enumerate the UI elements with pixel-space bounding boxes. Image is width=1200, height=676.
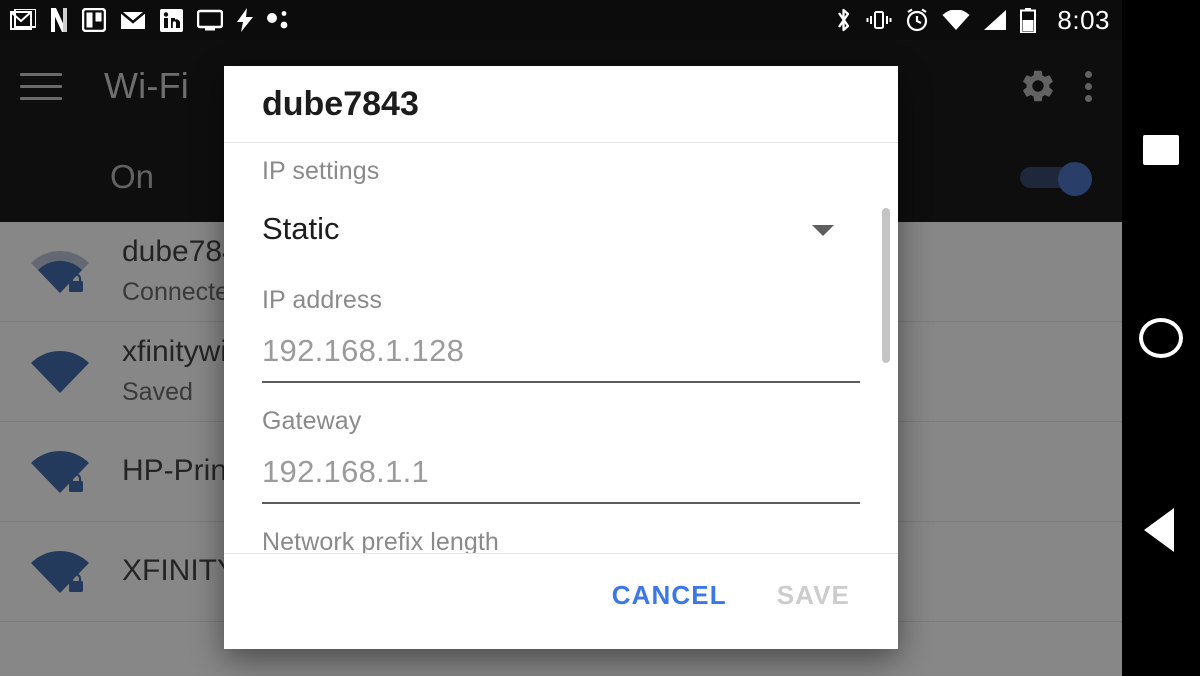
toolbar-actions <box>1019 67 1122 105</box>
phone-screenshot: 8:03 Wi-Fi On dube784 Connected xfinityw… <box>0 0 1200 676</box>
dialog-button-bar: CANCEL SAVE <box>224 553 898 649</box>
dialog-scrollbar-thumb[interactable] <box>882 208 890 363</box>
recents-square-icon[interactable] <box>1143 135 1179 165</box>
chevron-down-icon[interactable] <box>812 225 834 236</box>
wifi-icon <box>942 9 970 31</box>
ip-settings-spinner[interactable]: Static <box>262 198 860 260</box>
wifi-signal-locked-icon <box>22 442 98 502</box>
status-bar: 8:03 <box>0 0 1122 40</box>
hamburger-menu-icon[interactable] <box>20 66 76 106</box>
ip-settings-label: IP settings <box>262 157 380 185</box>
save-button: SAVE <box>775 576 852 615</box>
gmail-icon <box>10 9 36 31</box>
wifi-toggle-switch[interactable] <box>1020 162 1092 196</box>
status-bar-clock: 8:03 <box>1057 4 1110 35</box>
gear-icon[interactable] <box>1019 67 1057 105</box>
dots-notification-icon <box>267 9 289 31</box>
page-title: Wi-Fi <box>104 65 189 106</box>
vibrate-icon <box>866 9 892 31</box>
list-item-texts: xfinitywif Saved <box>122 335 235 408</box>
netflix-icon <box>50 8 68 32</box>
dialog-title: dube7843 <box>224 66 898 143</box>
home-circle-icon[interactable] <box>1139 318 1183 358</box>
cast-screen-icon <box>197 9 223 31</box>
gateway-field[interactable]: 192.168.1.1 <box>262 442 860 504</box>
bluetooth-icon <box>834 7 853 33</box>
wifi-signal-locked-icon <box>22 542 98 602</box>
trello-icon <box>82 8 106 32</box>
back-triangle-icon[interactable] <box>1144 508 1174 552</box>
overflow-menu-icon[interactable] <box>1085 70 1092 102</box>
battery-icon <box>1020 7 1037 33</box>
ip-address-field[interactable]: 192.168.1.128 <box>262 321 860 383</box>
system-navigation-bar <box>1122 0 1200 676</box>
ip-address-value: 192.168.1.128 <box>262 333 465 368</box>
tasker-lightning-icon <box>237 8 253 32</box>
gateway-label: Gateway <box>262 407 362 435</box>
wifi-ssid: XFINITY <box>122 554 238 588</box>
alarm-icon <box>905 8 929 32</box>
cancel-button[interactable]: CANCEL <box>610 576 729 615</box>
phone-content-area: 8:03 Wi-Fi On dube784 Connected xfinityw… <box>0 0 1122 676</box>
gateway-value: 192.168.1.1 <box>262 454 430 489</box>
linkedin-icon <box>160 8 183 32</box>
mail-icon <box>120 10 146 30</box>
status-bar-notification-icons <box>10 8 834 32</box>
cell-signal-icon <box>983 9 1007 31</box>
toggle-knob <box>1058 162 1092 196</box>
wifi-state-label: On <box>110 158 155 195</box>
wifi-ssid: xfinitywif <box>122 335 236 368</box>
wifi-signal-icon <box>22 342 98 402</box>
ip-settings-value: Static <box>262 211 340 246</box>
ip-address-label: IP address <box>262 286 383 314</box>
wifi-signal-locked-icon <box>22 242 98 302</box>
wifi-status: Saved <box>122 377 193 406</box>
dialog-body[interactable]: IP settings Static IP address 192.168.1.… <box>224 143 898 553</box>
list-item-texts: XFINITY <box>122 554 237 589</box>
status-bar-system-icons: 8:03 <box>834 5 1110 36</box>
network-prefix-length-label: Network prefix length <box>262 528 499 553</box>
wifi-static-ip-dialog: dube7843 IP settings Static IP address 1… <box>224 66 898 649</box>
